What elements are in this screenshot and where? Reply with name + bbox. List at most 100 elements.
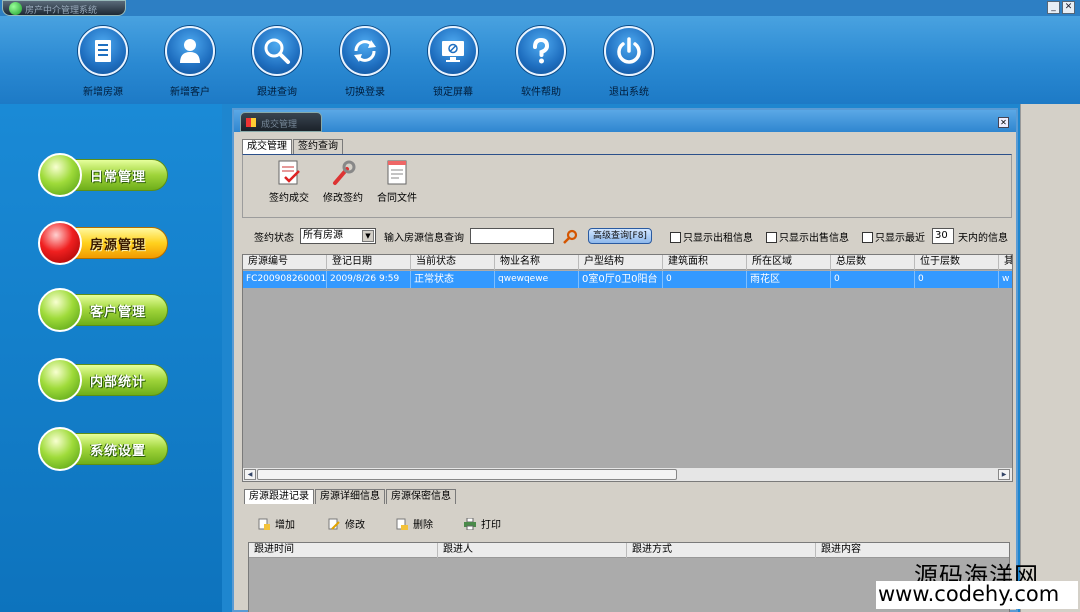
green-ball-icon [38, 153, 82, 197]
horizontal-scrollbar[interactable]: ◀ ▶ [243, 467, 1012, 481]
sign-contract-icon [278, 160, 300, 185]
advanced-search-button[interactable]: 高级查询[F8] [588, 228, 652, 244]
monitor-lock-icon [428, 26, 478, 76]
scroll-thumb[interactable] [257, 469, 677, 480]
add-doc-icon [258, 518, 270, 530]
followup-toolbar: 增加 修改 删除 打印 [242, 508, 1012, 538]
exit-button[interactable]: 退出系统 [594, 26, 664, 104]
nav-label: 客户管理 [90, 305, 147, 320]
column-header[interactable]: 所在区域 [747, 255, 831, 270]
column-header[interactable]: 跟进方式 [627, 543, 816, 558]
tab-house-details[interactable]: 房源详细信息 [315, 489, 385, 504]
cell-area: 0 [663, 271, 747, 288]
nav-house-management[interactable]: 房源管理 [38, 220, 170, 266]
sign-contract-button[interactable]: 签约成交 [269, 159, 309, 204]
contract-file-button[interactable]: 合同文件 [377, 159, 417, 204]
window-header: 成交管理 ✕ [234, 110, 1016, 132]
status-label: 签约状态 [254, 233, 294, 244]
printer-icon [464, 518, 476, 530]
house-deal-grid: 房源编号 登记日期 当前状态 物业名称 户型结构 建筑面积 所在区域 总层数 位… [242, 254, 1013, 482]
tab-deal-management[interactable]: 成交管理 [242, 139, 292, 154]
green-ball-icon [38, 288, 82, 332]
nav-label: 内部统计 [90, 375, 147, 390]
rent-only-checkbox[interactable]: 只显示出租信息 [670, 229, 753, 244]
add-house-label: 新增房源 [83, 87, 123, 98]
cell-total-floors: 0 [831, 271, 915, 288]
add-house-button[interactable]: 新增房源 [68, 26, 138, 104]
delete-followup-button[interactable]: 删除 [396, 516, 433, 531]
minimize-icon[interactable]: _ [1047, 1, 1060, 14]
help-label: 软件帮助 [521, 87, 561, 98]
grid-header: 房源编号 登记日期 当前状态 物业名称 户型结构 建筑面积 所在区域 总层数 位… [243, 255, 1012, 270]
status-select-value: 所有房源 [303, 230, 343, 241]
column-header[interactable]: 建筑面积 [663, 255, 747, 270]
column-header[interactable]: 位于层数 [915, 255, 999, 270]
modify-contract-button[interactable]: 修改签约 [323, 159, 363, 204]
scroll-left-icon[interactable]: ◀ [244, 469, 256, 480]
nav-customer-management[interactable]: 客户管理 [38, 287, 170, 333]
column-header[interactable]: 当前状态 [411, 255, 495, 270]
filter-row: 签约状态 所有房源 ▼ 输入房源信息查询 高级查询[F8] 只显示出租信息 只显… [242, 226, 1012, 248]
modify-contract-label: 修改签约 [323, 193, 363, 204]
column-header[interactable]: 跟进时间 [249, 543, 438, 558]
add-followup-button[interactable]: 增加 [258, 516, 295, 531]
edit-followup-button[interactable]: 修改 [328, 516, 365, 531]
main-toolbar: 新增房源 新增客户 跟进查询 切换登录 锁定屏幕 软件帮助 退出系统 [0, 16, 1080, 104]
cell-house-id: FC200908260001 [243, 271, 327, 288]
switch-login-button[interactable]: 切换登录 [330, 26, 400, 104]
column-header[interactable]: 总层数 [831, 255, 915, 270]
lock-screen-label: 锁定屏幕 [433, 87, 473, 98]
lock-screen-button[interactable]: 锁定屏幕 [418, 26, 488, 104]
nav-label: 系统设置 [90, 444, 147, 459]
search-icon[interactable] [562, 229, 578, 245]
window-icon [246, 118, 256, 127]
app-logo-icon [9, 2, 22, 15]
add-customer-button[interactable]: 新增客户 [155, 26, 225, 104]
followup-query-button[interactable]: 跟进查询 [242, 26, 312, 104]
column-header[interactable]: 户型结构 [579, 255, 663, 270]
window-title-tab: 成交管理 [240, 112, 322, 132]
cell-extra: w [999, 271, 1012, 288]
nav-internal-statistics[interactable]: 内部统计 [38, 357, 170, 403]
watermark-line2: www.codehy.com [876, 581, 1078, 609]
cell-status: 正常状态 [411, 271, 495, 288]
status-select[interactable]: 所有房源 ▼ [300, 228, 376, 244]
user-icon [165, 26, 215, 76]
left-navigation: 日常管理 房源管理 客户管理 内部统计 系统设置 [0, 104, 222, 612]
scroll-right-icon[interactable]: ▶ [998, 469, 1010, 480]
recent-days-input[interactable]: 30 [932, 228, 954, 244]
column-header[interactable]: 跟进人 [438, 543, 627, 558]
recent-only-checkbox[interactable]: 只显示最近 [862, 229, 925, 244]
contract-file-icon [387, 160, 407, 185]
cell-floor: 0 [915, 271, 999, 288]
recent-suffix-label: 天内的信息 [958, 233, 1008, 244]
nav-label: 日常管理 [90, 170, 147, 185]
column-header[interactable]: 物业名称 [495, 255, 579, 270]
help-button[interactable]: 软件帮助 [506, 26, 576, 104]
tab-house-secret[interactable]: 房源保密信息 [386, 489, 456, 504]
cell-district: 雨花区 [747, 271, 831, 288]
tab-house-followup[interactable]: 房源跟进记录 [244, 489, 314, 504]
green-ball-icon [38, 427, 82, 471]
nav-system-settings[interactable]: 系统设置 [38, 426, 170, 472]
column-header[interactable]: 其 [999, 255, 1012, 270]
cell-register-date: 2009/8/26 9:59 [327, 271, 411, 288]
column-header[interactable]: 登记日期 [327, 255, 411, 270]
power-icon [604, 26, 654, 76]
main-tabs: 成交管理 签约查询 [242, 139, 344, 154]
table-row[interactable]: FC200908260001 2009/8/26 9:59 正常状态 qwewq… [243, 271, 1012, 288]
close-icon[interactable]: ✕ [1062, 1, 1075, 14]
add-customer-label: 新增客户 [170, 87, 210, 98]
window-close-icon[interactable]: ✕ [998, 117, 1009, 128]
exit-label: 退出系统 [609, 87, 649, 98]
delete-doc-icon [396, 518, 408, 530]
edit-doc-icon [328, 518, 340, 530]
sale-only-checkbox[interactable]: 只显示出售信息 [766, 229, 849, 244]
house-search-input[interactable] [470, 228, 554, 244]
search-label: 输入房源信息查询 [384, 233, 464, 244]
nav-daily-management[interactable]: 日常管理 [38, 152, 170, 198]
column-header[interactable]: 房源编号 [243, 255, 327, 270]
tab-contract-query[interactable]: 签约查询 [293, 139, 343, 154]
refresh-icon [340, 26, 390, 76]
print-followup-button[interactable]: 打印 [464, 516, 501, 531]
